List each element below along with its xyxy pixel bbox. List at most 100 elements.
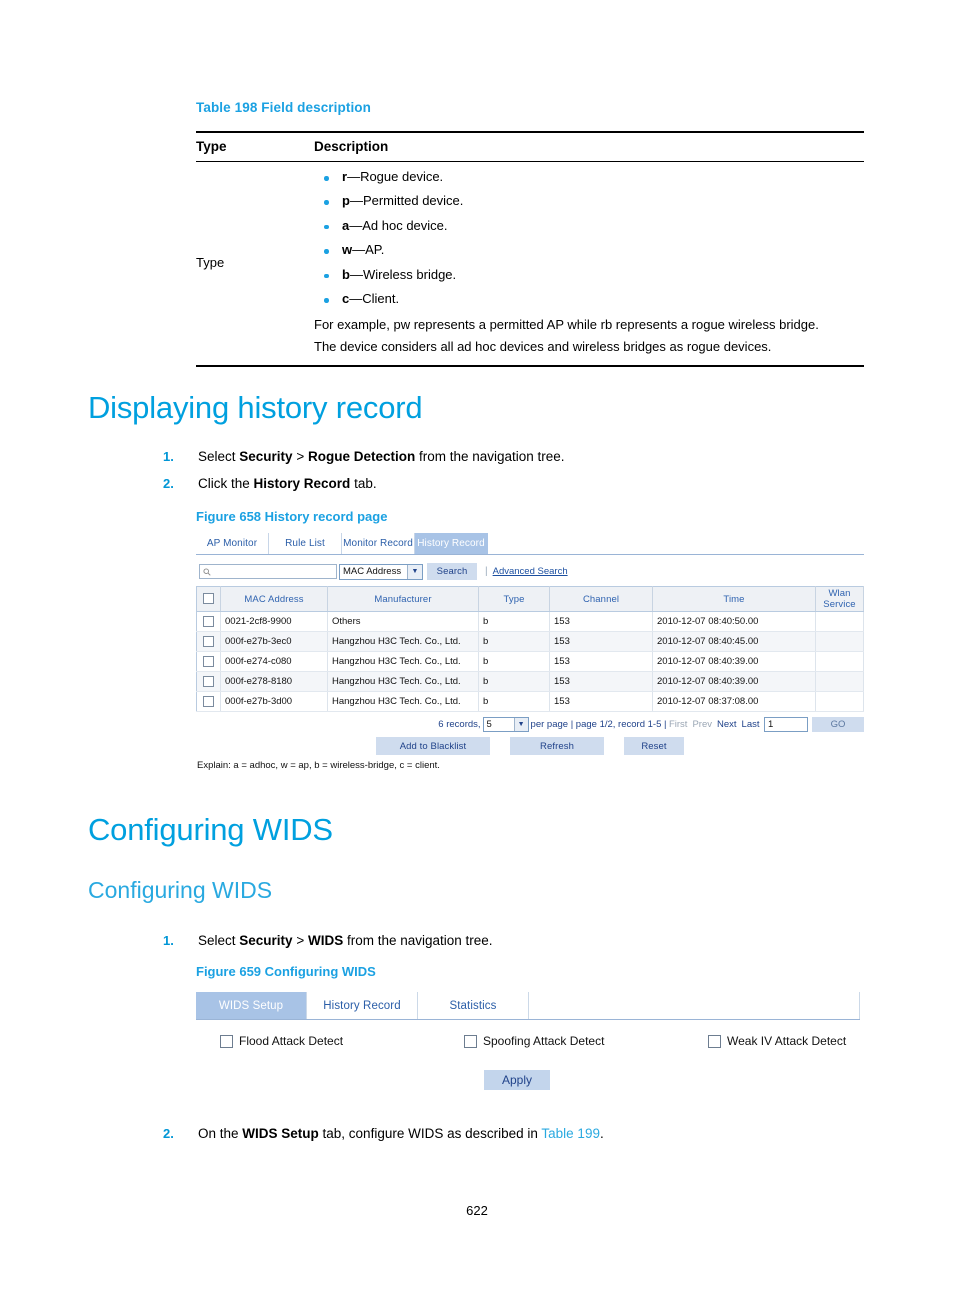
page-title-displaying-history-record: Displaying history record [88,390,423,425]
table-198: Type Description Type r—Rogue device. p—… [196,131,864,367]
row-checkbox[interactable] [202,675,214,687]
chevron-down-icon[interactable]: ▼ [407,564,422,579]
column-header-channel[interactable]: Channel [549,586,653,612]
flood-attack-detect-label: Flood Attack Detect [239,1034,344,1048]
per-page-select[interactable]: 5 ▼ [482,717,529,732]
cell-wlan-service [815,611,864,632]
step-number: 2. [163,476,174,491]
pagination-first-link[interactable]: First [669,719,687,730]
wids-tabstrip: WIDS Setup History Record Statistics [196,992,860,1020]
step-text-pre: On the [198,1126,243,1141]
flood-attack-detect-option[interactable]: Flood Attack Detect [220,1034,464,1048]
tab-statistics[interactable]: Statistics [418,992,529,1019]
table-198-cell-type: Type [196,161,312,367]
table-198-header-type: Type [196,131,312,162]
cell-type: b [478,611,550,632]
table-row: 0021-2cf8-9900 Others b 153 2010-12-07 0… [196,611,864,632]
step-text-post: . [599,1126,604,1141]
type-code: b [342,266,350,282]
figure-659-caption: Figure 659 Configuring WIDS [196,964,376,979]
spoofing-attack-detect-option[interactable]: Spoofing Attack Detect [464,1034,708,1048]
step-text-bold-security: Security [239,933,293,948]
table-198-row: Type r—Rogue device. p—Permitted device.… [196,161,864,367]
cell-manufacturer: Others [327,611,479,632]
type-code-text: —AP. [352,242,385,258]
search-input[interactable] [199,564,337,579]
page-number-input[interactable]: 1 [764,717,808,732]
page-number-footer: 622 [466,1203,488,1218]
type-code-text: —Permitted device. [349,193,464,209]
column-header-manufacturer[interactable]: Manufacturer [327,586,479,612]
pagination-last-link[interactable]: Last [742,719,760,730]
step-history-2: 2. Click the History Record tab. [163,476,783,492]
row-checkbox[interactable] [202,695,214,707]
tab-history-record[interactable]: History Record [415,533,488,554]
tabstrip-filler [488,533,864,554]
weak-iv-attack-detect-option[interactable]: Weak IV Attack Detect [708,1034,846,1048]
list-item: c—Client. [314,291,864,307]
cell-time: 2010-12-07 08:40:45.00 [652,631,816,652]
step-text-post: from the navigation tree. [343,933,493,948]
tabstrip-filler [529,992,860,1019]
add-to-blacklist-button[interactable]: Add to Blacklist [376,737,490,755]
row-checkbox[interactable] [202,635,214,647]
cell-manufacturer: Hangzhou H3C Tech. Co., Ltd. [327,631,479,652]
cell-mac-address: 000f-e278-8180 [220,671,328,692]
cell-time: 2010-12-07 08:40:50.00 [652,611,816,632]
column-header-mac-address[interactable]: MAC Address [220,586,328,612]
search-button[interactable]: Search [427,563,477,580]
tab-history-record[interactable]: History Record [307,992,418,1019]
column-header-time[interactable]: Time [652,586,816,612]
type-code-text: —Rogue device. [347,169,444,184]
step-number: 1. [163,449,174,464]
flood-attack-detect-checkbox[interactable] [220,1034,233,1048]
row-select-cell[interactable] [196,671,221,692]
type-code-text: —Wireless bridge. [349,266,457,282]
table-row: 000f-e278-8180 Hangzhou H3C Tech. Co., L… [196,671,864,692]
row-checkbox[interactable] [202,615,214,627]
step-wids-2: 2. On the WIDS Setup tab, configure WIDS… [163,1126,863,1142]
cell-type: b [478,651,550,672]
pagination-next-link[interactable]: Next [717,719,737,730]
cell-time: 2010-12-07 08:40:39.00 [652,651,816,672]
row-select-cell[interactable] [196,611,221,632]
row-select-cell[interactable] [196,631,221,652]
cell-manufacturer: Hangzhou H3C Tech. Co., Ltd. [327,671,479,692]
table-199-link[interactable]: Table 199 [541,1126,600,1141]
search-icon [203,567,211,576]
history-record-table: MAC Address Manufacturer Type Channel Ti… [196,586,864,712]
column-header-type[interactable]: Type [478,586,550,612]
pagination-bar: 6 records, 5 ▼ per page | page 1/2, reco… [196,716,864,733]
step-text-bold-wids: WIDS [307,933,344,948]
row-checkbox[interactable] [202,655,214,667]
cell-type: b [478,671,550,692]
column-header-wlan-service[interactable]: Wlan Service [815,586,864,612]
row-select-cell[interactable] [196,651,221,672]
step-number: 2. [163,1126,174,1141]
apply-button[interactable]: Apply [484,1070,550,1090]
refresh-button[interactable]: Refresh [510,737,604,755]
table-header-row: MAC Address Manufacturer Type Channel Ti… [196,586,864,612]
cell-manufacturer: Hangzhou H3C Tech. Co., Ltd. [327,651,479,672]
row-select-cell[interactable] [196,691,221,712]
spoofing-attack-detect-checkbox[interactable] [464,1034,477,1048]
tab-ap-monitor[interactable]: AP Monitor [196,533,269,554]
tab-rule-list[interactable]: Rule List [269,533,342,554]
tab-wids-setup[interactable]: WIDS Setup [196,992,307,1019]
step-text-bold-history-record: History Record [253,476,351,491]
tab-monitor-record[interactable]: Monitor Record [342,533,415,554]
cell-type: b [478,631,550,652]
chevron-down-icon[interactable]: ▼ [513,718,528,731]
type-code: w [342,242,353,258]
pagination-prev-link[interactable]: Prev [692,719,712,730]
apply-button-row: Apply [196,1070,860,1090]
advanced-search-link[interactable]: Advanced Search [493,566,568,577]
select-all-checkbox[interactable] [202,593,214,605]
reset-button[interactable]: Reset [624,737,684,755]
toolbar-separator: | [485,565,488,577]
select-all-header[interactable] [196,586,221,612]
weak-iv-attack-detect-checkbox[interactable] [708,1034,721,1048]
action-button-row: Add to Blacklist Refresh Reset [196,737,864,755]
search-field-select[interactable]: MAC Address ▼ [339,563,423,580]
go-button[interactable]: GO [812,717,864,732]
